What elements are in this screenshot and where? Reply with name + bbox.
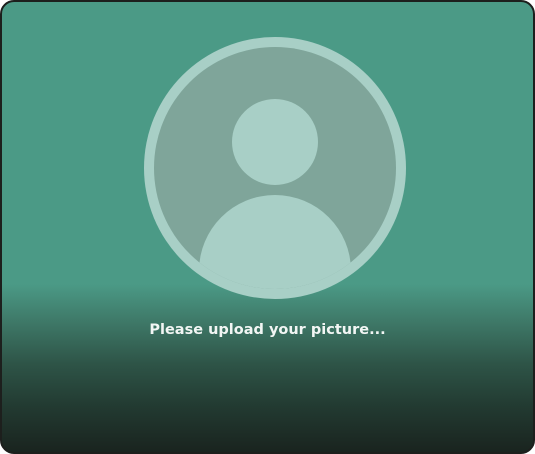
default-avatar-icon[interactable] bbox=[144, 37, 406, 299]
upload-prompt-text: Please upload your picture... bbox=[149, 322, 386, 338]
avatar-placeholder bbox=[154, 47, 396, 289]
avatar-body-shape bbox=[199, 195, 351, 289]
avatar-head-shape bbox=[232, 99, 318, 185]
upload-picture-card[interactable]: Please upload your picture... bbox=[0, 0, 535, 454]
